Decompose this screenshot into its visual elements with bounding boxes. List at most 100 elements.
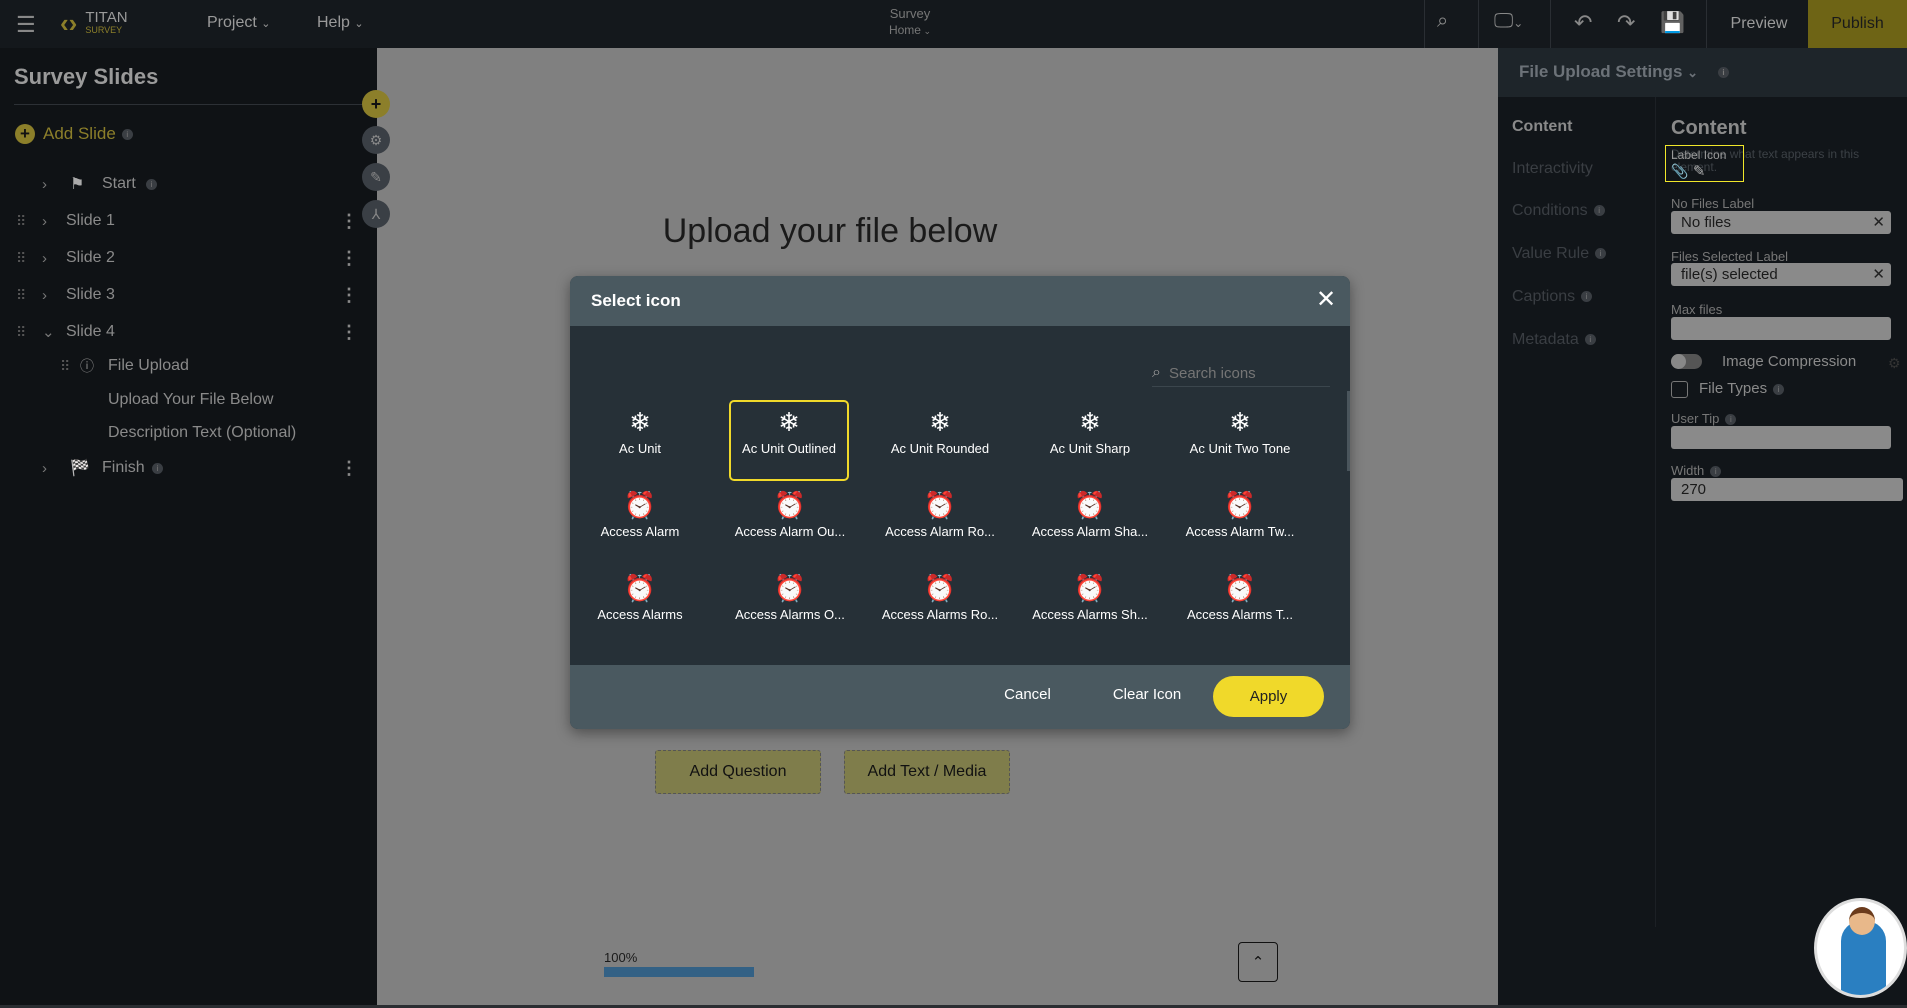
close-icon[interactable]: ✕ [1316, 285, 1336, 314]
no-files-input[interactable]: No files ✕ [1671, 211, 1891, 234]
info-icon[interactable]: i [1584, 334, 1596, 346]
scroll-up-button[interactable]: ⌃ [1238, 942, 1278, 982]
hamburger-menu-icon[interactable]: ☰ [16, 12, 36, 38]
icon-option[interactable]: ⏰ Access Alarms Sh... [1030, 573, 1150, 622]
icon-option[interactable]: ❄ Ac Unit Rounded [880, 407, 1000, 456]
drag-handle-icon[interactable]: ⠿ [16, 324, 26, 341]
info-icon[interactable]: i [146, 178, 157, 190]
info-icon[interactable]: i [1595, 248, 1607, 260]
chevron-right-icon[interactable]: › [42, 287, 47, 304]
gear-icon[interactable]: ⚙ [1888, 355, 1901, 372]
icon-option[interactable]: ⏰ Access Alarms T... [1180, 573, 1300, 622]
redo-icon[interactable]: ↷ [1617, 10, 1635, 36]
logo[interactable]: ‹› TITAN SURVEY [60, 8, 128, 39]
nav-content[interactable]: Content [1512, 118, 1572, 136]
flow-icon[interactable]: ⅄ [362, 200, 390, 228]
label-icon-field[interactable]: Label Icon 📎 ✎ [1665, 145, 1744, 182]
slide-start[interactable]: › ⚑ Start i [0, 169, 377, 199]
nav-interactivity[interactable]: Interactivity [1512, 160, 1593, 178]
info-icon[interactable]: i [1773, 383, 1785, 395]
device-preview-icon[interactable]: 🖵⌄ [1494, 10, 1523, 33]
slide-heading[interactable]: Upload your file below [640, 212, 1020, 251]
drag-handle-icon[interactable]: ⠿ [16, 213, 26, 230]
icon-option[interactable]: ❄ Ac Unit Two Tone [1180, 407, 1300, 456]
slide-4[interactable]: ⠿ ⌄ Slide 4 ⋮ [0, 317, 377, 347]
element-upload-heading[interactable]: Upload Your File Below [0, 385, 377, 415]
undo-icon[interactable]: ↶ [1574, 10, 1592, 36]
add-element-button[interactable]: + [362, 90, 390, 118]
icon-option[interactable]: ❄ Ac Unit Sharp [1030, 407, 1150, 456]
image-compression-toggle[interactable] [1671, 354, 1702, 369]
info-icon[interactable]: i [1725, 414, 1737, 426]
slide-1[interactable]: ⠿ › Slide 1 ⋮ [0, 206, 377, 236]
drag-handle-icon[interactable]: ⠿ [60, 358, 70, 375]
more-options-icon[interactable]: ⋮ [340, 458, 358, 479]
brush-icon[interactable]: ✎ [362, 163, 390, 191]
search-icon[interactable]: ⌕ [1437, 10, 1448, 33]
icon-option[interactable]: ⏰ Access Alarms O... [730, 573, 850, 622]
icon-option[interactable]: ⏰ Access Alarm [580, 490, 700, 539]
alarm-icon: ⏰ [923, 490, 957, 520]
file-types-checkbox[interactable] [1671, 381, 1688, 398]
chevron-down-icon[interactable]: ⌄ [42, 323, 55, 341]
save-icon[interactable]: 💾 [1660, 10, 1685, 35]
more-options-icon[interactable]: ⋮ [340, 211, 358, 232]
add-question-button[interactable]: Add Question [655, 750, 821, 794]
settings-title-dropdown[interactable]: File Upload Settings ⌄ i [1519, 62, 1730, 82]
icon-option[interactable]: ⏰ Access Alarm Ou... [730, 490, 850, 539]
icon-option[interactable]: ❄ Ac Unit [580, 407, 700, 456]
info-icon[interactable]: i [1710, 466, 1722, 478]
files-selected-input[interactable]: file(s) selected ✕ [1671, 263, 1891, 286]
more-options-icon[interactable]: ⋮ [340, 248, 358, 269]
nav-value-rule[interactable]: Value Rule i [1512, 245, 1607, 263]
slide-finish[interactable]: › 🏁 Finish i ⋮ [0, 453, 377, 483]
info-icon[interactable]: i [121, 128, 133, 140]
more-options-icon[interactable]: ⋮ [340, 285, 358, 306]
icon-option[interactable]: ⏰ Access Alarm Tw... [1180, 490, 1300, 539]
search-icons-input[interactable] [1168, 364, 1309, 382]
element-description-text[interactable]: Description Text (Optional) [0, 418, 377, 448]
cancel-button[interactable]: Cancel [990, 686, 1065, 703]
nav-conditions[interactable]: Conditions i [1512, 202, 1605, 220]
dialog-scrollbar[interactable] [1347, 391, 1350, 471]
max-files-input[interactable] [1671, 317, 1891, 340]
icon-option[interactable]: ⏰ Access Alarms [580, 573, 700, 622]
search-icons-field[interactable]: ⌕ [1152, 360, 1330, 387]
chevron-right-icon[interactable]: › [42, 460, 47, 477]
nav-captions[interactable]: Captions i [1512, 288, 1593, 306]
preview-button[interactable]: Preview [1710, 0, 1808, 48]
edit-pencil-icon[interactable]: ✎ [1693, 163, 1706, 180]
info-icon[interactable]: i [1718, 67, 1730, 79]
project-menu[interactable]: Project ⌄ [207, 14, 270, 32]
element-file-upload[interactable]: ⠿ ⓘ File Upload [0, 351, 377, 381]
assistant-avatar[interactable] [1814, 898, 1907, 998]
clear-icon-button[interactable]: Clear Icon [1102, 686, 1192, 703]
publish-button[interactable]: Publish [1808, 0, 1907, 48]
chevron-right-icon[interactable]: › [42, 250, 47, 267]
clear-icon[interactable]: ✕ [1872, 211, 1885, 234]
nav-metadata[interactable]: Metadata i [1512, 331, 1596, 349]
width-input[interactable]: 270 [1671, 478, 1903, 501]
icon-option[interactable]: ⏰ Access Alarms Ro... [880, 573, 1000, 622]
settings-gear-icon[interactable]: ⚙ [362, 126, 390, 154]
more-options-icon[interactable]: ⋮ [340, 322, 358, 343]
clear-icon[interactable]: ✕ [1872, 263, 1885, 286]
slide-3[interactable]: ⠿ › Slide 3 ⋮ [0, 280, 377, 310]
info-icon[interactable]: i [152, 462, 163, 474]
icon-option-selected[interactable]: ❄ Ac Unit Outlined [729, 400, 849, 481]
icon-option[interactable]: ⏰ Access Alarm Sha... [1030, 490, 1150, 539]
user-tip-input[interactable] [1671, 426, 1891, 449]
page-selector[interactable]: Survey Home ⌄ [860, 6, 960, 39]
slide-2[interactable]: ⠿ › Slide 2 ⋮ [0, 243, 377, 273]
icon-option[interactable]: ⏰ Access Alarm Ro... [880, 490, 1000, 539]
info-icon[interactable]: i [1581, 291, 1593, 303]
drag-handle-icon[interactable]: ⠿ [16, 250, 26, 267]
add-text-media-button[interactable]: Add Text / Media [844, 750, 1010, 794]
help-menu[interactable]: Help ⌄ [317, 14, 364, 32]
drag-handle-icon[interactable]: ⠿ [16, 287, 26, 304]
apply-button[interactable]: Apply [1213, 676, 1324, 717]
chevron-right-icon[interactable]: › [42, 213, 47, 230]
add-slide-button[interactable]: + Add Slide i [15, 124, 133, 144]
chevron-right-icon[interactable]: › [42, 176, 47, 193]
info-icon[interactable]: i [1593, 205, 1605, 217]
